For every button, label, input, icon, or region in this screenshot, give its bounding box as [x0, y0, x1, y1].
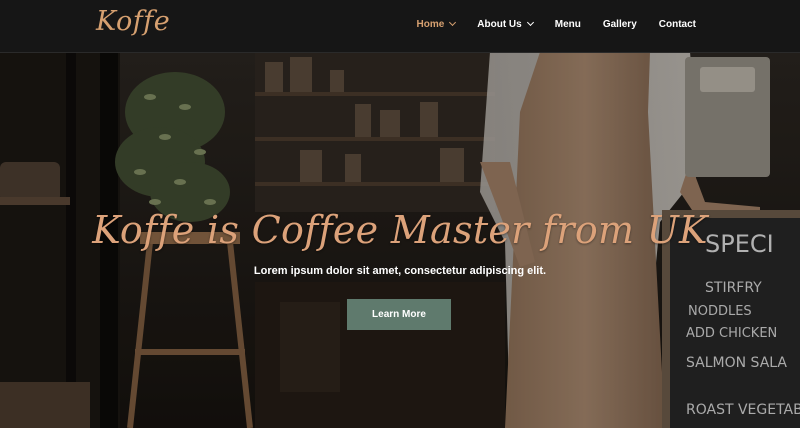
nav-item-contact[interactable]: Contact [659, 19, 696, 30]
nav-item-menu[interactable]: Menu [555, 19, 581, 30]
nav-item-label: Home [416, 18, 445, 30]
page: Koffe Home About Us Menu Gallery Contact [0, 0, 800, 428]
logo[interactable]: Koffe [96, 6, 170, 37]
nav-item-label: About Us [477, 18, 522, 30]
chevron-down-icon [526, 18, 534, 27]
hero-title: Koffe is Coffee Master from UK [92, 208, 708, 252]
nav-item-gallery[interactable]: Gallery [603, 19, 637, 30]
nav-item-about-us[interactable]: About Us [477, 18, 534, 30]
hero-section: SPECI STIRFRY NODDLES ADD CHICKEN SALMON… [0, 52, 800, 428]
nav-item-home[interactable]: Home [416, 18, 457, 30]
main-nav: Home About Us Menu Gallery Contact [394, 0, 696, 48]
nav-item-label: Gallery [602, 18, 637, 30]
chevron-down-icon [449, 18, 457, 27]
learn-more-button[interactable]: Learn More [347, 299, 451, 330]
hero-subtitle: Lorem ipsum dolor sit amet, consectetur … [253, 265, 547, 277]
navbar: Koffe Home About Us Menu Gallery Contact [0, 0, 800, 53]
nav-item-label: Contact [658, 18, 696, 30]
nav-item-label: Menu [554, 18, 581, 30]
